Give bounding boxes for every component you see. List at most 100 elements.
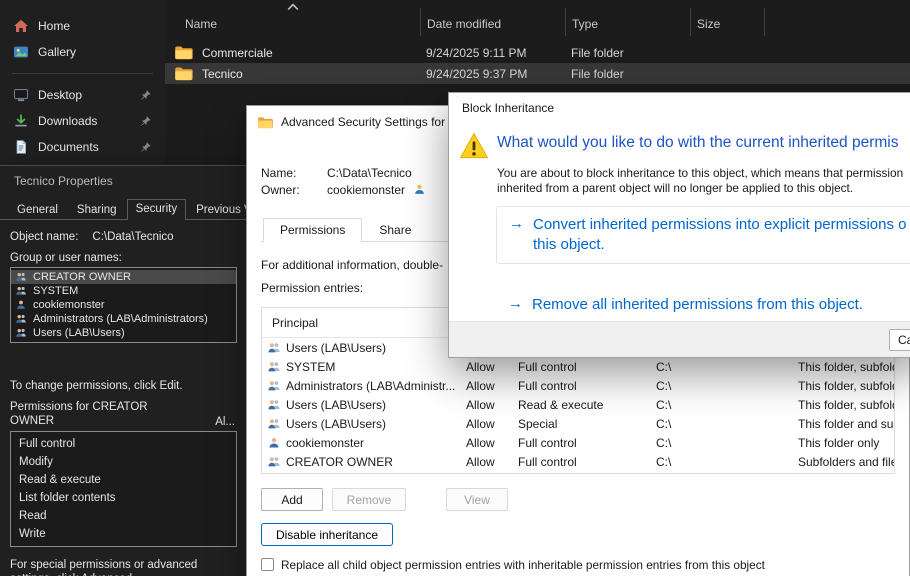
documents-icon	[13, 139, 29, 155]
replace-permissions-checkbox[interactable]	[261, 558, 274, 571]
group-icon	[15, 271, 27, 283]
sidebar-divider	[12, 73, 153, 74]
user-icon	[15, 299, 27, 311]
type-cell: Allow	[466, 379, 518, 393]
group-icon	[267, 379, 281, 393]
dialog-title: Block Inheritance	[449, 93, 910, 123]
sidebar-item-downloads[interactable]: Downloads	[4, 109, 161, 133]
principal-cell: CREATOR OWNER	[286, 455, 393, 469]
inherited-from-cell: C:\	[656, 379, 798, 393]
folder-security-icon	[257, 116, 273, 129]
list-item[interactable]: Users (LAB\Users)	[11, 326, 236, 340]
column-header-name[interactable]: Name	[165, 8, 420, 36]
home-icon	[13, 18, 29, 34]
principal-column-header: Principal	[262, 316, 318, 330]
add-button[interactable]: Add	[261, 488, 323, 511]
allow-column-header: Al...	[215, 416, 237, 428]
inherited-from-cell: C:\	[656, 398, 798, 412]
list-item[interactable]: List folder contents	[11, 489, 236, 507]
pin-icon[interactable]	[139, 141, 152, 154]
list-item[interactable]: CREATOR OWNER	[11, 270, 236, 284]
option-text: Convert inherited permissions into expli…	[533, 216, 907, 233]
list-item[interactable]: Write	[11, 525, 236, 543]
principal-cell: cookiemonster	[286, 436, 364, 450]
table-row[interactable]: Users (LAB\Users) Allow Read & execute C…	[262, 395, 894, 414]
column-header-label: Name	[185, 17, 217, 31]
group-icon	[267, 417, 281, 431]
sidebar-item-documents[interactable]: Documents	[4, 135, 161, 159]
tecnico-properties-dialog: Tecnico Properties General Sharing Secur…	[0, 165, 248, 576]
advanced-hint-text: For special permissions or advanced sett…	[10, 558, 237, 576]
column-headers: Name Date modified Type Size	[165, 8, 910, 36]
permission-name: Write	[19, 528, 46, 540]
column-header-label: Type	[572, 17, 598, 31]
group-icon	[15, 313, 27, 325]
sidebar-item-label: Gallery	[38, 45, 76, 59]
column-header-type[interactable]: Type	[565, 8, 690, 36]
sidebar-item-label: Desktop	[38, 88, 82, 102]
table-row[interactable]: cookiemonster Allow Full control C:\ Thi…	[262, 433, 894, 452]
column-header-date-modified[interactable]: Date modified	[420, 8, 565, 36]
inherited-from-cell: C:\	[656, 417, 798, 431]
permissions-list: Full control Modify Read & execute List …	[10, 431, 237, 547]
type-cell: Allow	[466, 417, 518, 431]
list-item[interactable]: cookiemonster	[11, 298, 236, 312]
pin-icon[interactable]	[139, 89, 152, 102]
remove-permissions-option[interactable]: Remove all inherited permissions from th…	[496, 287, 910, 323]
principal-cell: Users (LAB\Users)	[286, 398, 386, 412]
permission-name: Modify	[19, 456, 53, 468]
list-item[interactable]: Administrators (LAB\Administrators)	[11, 312, 236, 326]
tab-general[interactable]: General	[8, 200, 67, 220]
folder-icon	[174, 45, 193, 60]
file-date-modified: 9/24/2025 9:37 PM	[420, 67, 565, 81]
permission-name: Read	[19, 510, 47, 522]
access-cell: Full control	[518, 379, 656, 393]
group-icon	[267, 360, 281, 374]
principal-cell: Administrators (LAB\Administr...	[286, 379, 455, 393]
sidebar-item-gallery[interactable]: Gallery	[4, 40, 161, 64]
file-row-tecnico[interactable]: Tecnico 9/24/2025 9:37 PM File folder	[165, 63, 910, 84]
list-item[interactable]: Full control	[11, 435, 236, 453]
view-button[interactable]: View	[446, 488, 508, 511]
column-header-size[interactable]: Size	[690, 8, 765, 36]
cancel-button[interactable]: Ca	[889, 329, 910, 351]
sidebar-item-desktop[interactable]: Desktop	[4, 83, 161, 107]
tab-security[interactable]: Security	[127, 199, 187, 220]
list-item[interactable]: Modify	[11, 453, 236, 471]
principal-name: cookiemonster	[33, 299, 105, 311]
access-cell: Special	[518, 417, 656, 431]
pin-icon[interactable]	[139, 115, 152, 128]
table-row[interactable]: CREATOR OWNER Allow Full control C:\ Sub…	[262, 452, 894, 471]
tab-sharing[interactable]: Sharing	[68, 200, 126, 220]
group-icon	[15, 285, 27, 297]
applies-to-cell: This folder, subfolde...	[798, 379, 894, 393]
file-name: Commerciale	[202, 46, 273, 60]
desktop-icon	[13, 87, 29, 103]
applies-to-cell: Subfolders and files o...	[798, 455, 894, 469]
disable-inheritance-button[interactable]: Disable inheritance	[261, 523, 393, 546]
principal-cell: Users (LAB\Users)	[286, 341, 386, 355]
table-row[interactable]: SYSTEM Allow Full control C:\ This folde…	[262, 357, 894, 376]
tab-permissions[interactable]: Permissions	[263, 218, 362, 242]
table-row[interactable]: Users (LAB\Users) Allow Special C:\ This…	[262, 414, 894, 433]
principal-cell: Users (LAB\Users)	[286, 417, 386, 431]
tab-share[interactable]: Share	[362, 218, 428, 242]
access-cell: Full control	[518, 436, 656, 450]
arrow-icon	[508, 295, 523, 315]
list-item[interactable]: SYSTEM	[11, 284, 236, 298]
name-label: Name:	[261, 166, 327, 180]
group-icon	[15, 327, 27, 339]
table-row[interactable]: Administrators (LAB\Administr... Allow F…	[262, 376, 894, 395]
warning-icon	[459, 131, 489, 161]
file-date-modified: 9/24/2025 9:11 PM	[420, 46, 565, 60]
list-item[interactable]: Read	[11, 507, 236, 525]
type-cell: Allow	[466, 455, 518, 469]
gallery-icon	[13, 44, 29, 60]
remove-button[interactable]: Remove	[332, 488, 406, 511]
applies-to-cell: This folder and subfo...	[798, 417, 894, 431]
file-row-commerciale[interactable]: Commerciale 9/24/2025 9:11 PM File folde…	[165, 42, 910, 63]
list-item[interactable]: Read & execute	[11, 471, 236, 489]
convert-permissions-option[interactable]: Convert inherited permissions into expli…	[496, 206, 910, 264]
sidebar-item-home[interactable]: Home	[4, 14, 161, 38]
access-cell: Read & execute	[518, 398, 656, 412]
